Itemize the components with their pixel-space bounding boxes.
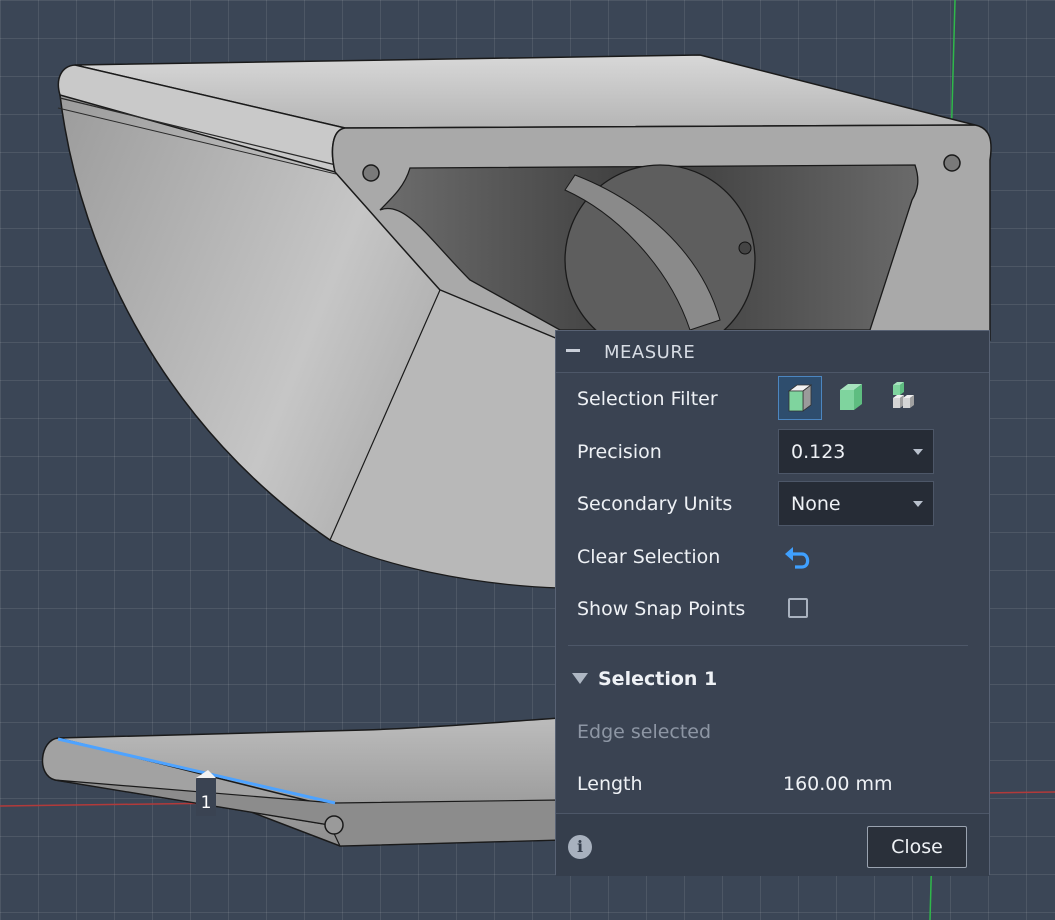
clear-selection-label: Clear Selection xyxy=(577,546,721,568)
secondary-units-label: Secondary Units xyxy=(577,493,733,515)
panel-title: MEASURE xyxy=(604,342,696,363)
panel-footer: i Close xyxy=(556,813,989,876)
chevron-down-icon xyxy=(913,501,923,507)
body-filter-icon xyxy=(787,384,813,412)
face-filter-button[interactable] xyxy=(830,376,874,420)
secondary-units-value: None xyxy=(791,493,841,515)
length-value: 160.00 mm xyxy=(783,773,893,795)
divider xyxy=(568,645,968,646)
edge-filter-button[interactable] xyxy=(882,376,926,420)
selection-filter-label: Selection Filter xyxy=(577,388,718,410)
precision-dropdown[interactable]: 0.123 xyxy=(778,429,934,474)
secondary-units-dropdown[interactable]: None xyxy=(778,481,934,526)
panel-header: MEASURE xyxy=(556,331,989,373)
chevron-down-icon[interactable] xyxy=(572,673,588,684)
precision-value: 0.123 xyxy=(791,441,846,463)
precision-label: Precision xyxy=(577,441,662,463)
screw-hole-right xyxy=(943,154,961,172)
show-snap-points-label: Show Snap Points xyxy=(577,598,746,620)
close-button[interactable]: Close xyxy=(867,826,967,868)
selection-header[interactable]: Selection 1 xyxy=(598,668,717,690)
base-hole xyxy=(324,815,344,835)
screw-hole-left xyxy=(362,164,380,182)
length-label: Length xyxy=(577,773,643,795)
face-filter-icon xyxy=(840,384,862,410)
measure-panel: MEASURE Selection Filter Precision 0.123… xyxy=(555,330,990,876)
selection-marker-label: 1 xyxy=(201,793,212,813)
selection-status: Edge selected xyxy=(577,721,712,743)
edge-filter-icon xyxy=(893,382,914,408)
undo-icon[interactable] xyxy=(784,544,814,572)
info-icon[interactable]: i xyxy=(568,835,592,859)
chevron-down-icon xyxy=(913,449,923,455)
body-filter-button[interactable] xyxy=(778,376,822,420)
show-snap-points-checkbox[interactable] xyxy=(788,598,808,618)
collapse-button[interactable] xyxy=(566,349,580,352)
